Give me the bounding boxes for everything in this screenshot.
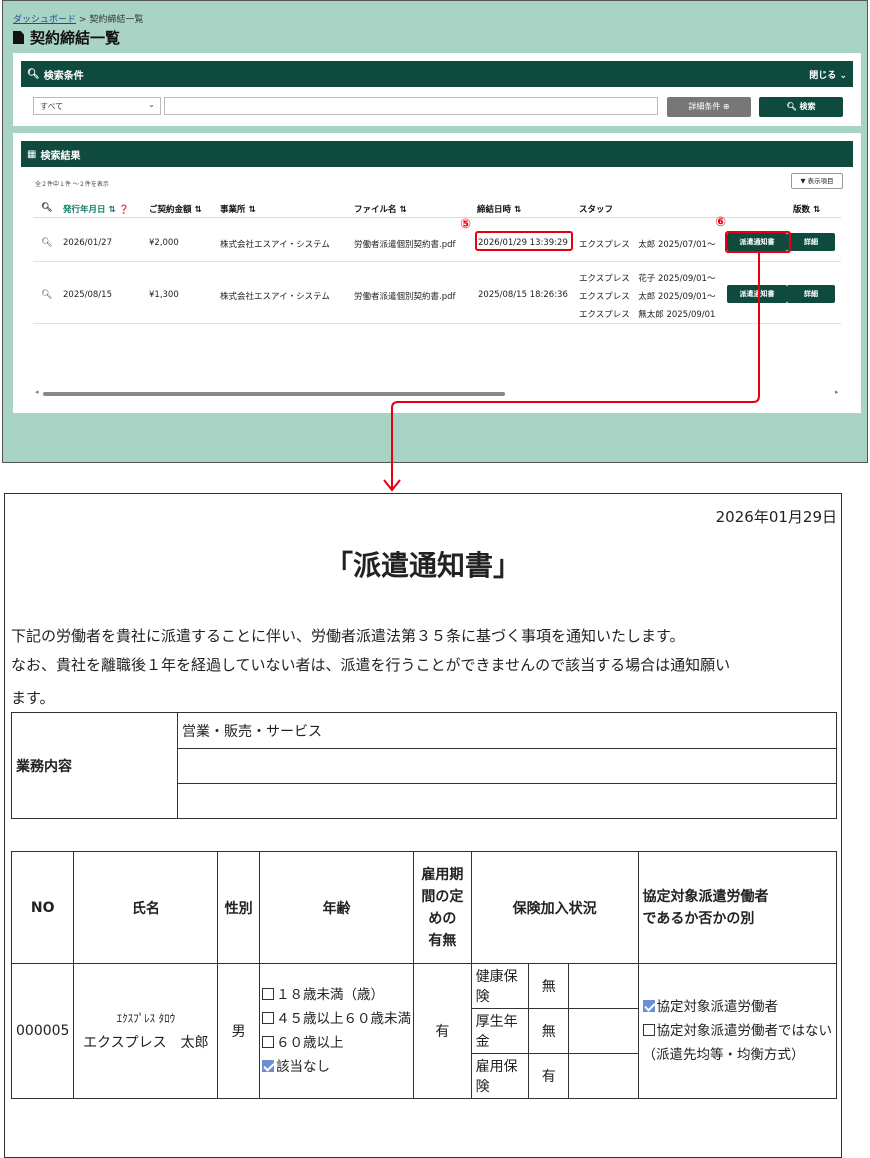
age-option-label: ４５歳以上６０歳未満	[276, 1011, 412, 1027]
age-option: 該当なし	[262, 1055, 411, 1079]
dispatch-notice-document: 2026年01月29日 「派遣通知書」 下記の労働者を貴社に派遣することに伴い、…	[4, 493, 842, 1158]
age-option: ６０歳以上	[262, 1031, 411, 1055]
insurance-extra	[568, 963, 639, 1009]
checkbox-unchecked-icon	[262, 1036, 275, 1048]
header-term-line: 有無	[428, 932, 457, 949]
cell-name-kanji: エクスプレス 太郎	[83, 1035, 209, 1051]
age-option-label: １８歳未満（歳）	[276, 987, 385, 1003]
age-option: ４５歳以上６０歳未満	[262, 1007, 411, 1031]
age-option: １８歳未満（歳）	[262, 983, 411, 1007]
insurance-name: 雇用保険	[470, 1053, 530, 1099]
header-agreement-line: であるか否かの別	[642, 910, 755, 927]
insurance-value: 無	[528, 1008, 570, 1054]
agreement-option: 協定対象派遣労働者ではない	[642, 1019, 833, 1043]
header-no: NO	[10, 851, 75, 964]
insurance-extra	[568, 1053, 639, 1099]
insurance-extra	[568, 1008, 639, 1054]
header-agreement: 協定対象派遣労働者 であるか否かの別	[637, 851, 837, 964]
document-title: 「派遣通知書」	[324, 549, 521, 582]
cell-age-options: １８歳未満（歳） ４５歳以上６０歳未満 ６０歳以上 該当なし	[259, 963, 415, 1099]
job-value	[177, 748, 837, 784]
cell-name-kana: ｴｸｽﾌﾟﾚｽ ﾀﾛｳ	[116, 1012, 176, 1025]
job-value	[177, 783, 837, 819]
header-term-line: 間の定	[421, 888, 464, 905]
connector-arrow	[383, 253, 760, 492]
document-paragraph: なお、貴社を離職後１年を経過していない者は、派遣を行うことができませんので該当す…	[11, 656, 731, 674]
cell-name: ｴｸｽﾌﾟﾚｽ ﾀﾛｳ エクスプレス 太郎	[73, 963, 219, 1099]
job-value: 営業・販売・サービス	[177, 712, 837, 749]
header-insurance: 保険加入状況	[470, 851, 639, 964]
age-option-label: 該当なし	[276, 1059, 331, 1075]
cell-agreement: 協定対象派遣労働者 協定対象派遣労働者ではない （派遣先均等・均衡方式）	[637, 963, 837, 1099]
insurance-value: 無	[528, 963, 570, 1009]
agreement-option: 協定対象派遣労働者	[642, 995, 833, 1019]
header-term-line: 雇用期	[421, 866, 464, 883]
insurance-name: 厚生年金	[470, 1008, 530, 1054]
header-term-line: めの	[428, 910, 457, 927]
header-sex: 性別	[217, 851, 261, 964]
checkbox-unchecked-icon	[642, 1024, 655, 1036]
checkbox-unchecked-icon	[262, 988, 275, 1000]
header-agreement-line: 協定対象派遣労働者	[642, 888, 769, 905]
cell-sex: 男	[217, 963, 261, 1099]
document-paragraph: ます。	[11, 689, 55, 707]
header-name: 氏名	[73, 851, 219, 964]
agreement-option-label: 協定対象派遣労働者ではない	[656, 1023, 833, 1039]
insurance-name: 健康保険	[470, 963, 530, 1009]
header-age: 年齢	[259, 851, 415, 964]
cell-term: 有	[413, 963, 472, 1099]
agreement-option-label: 協定対象派遣労働者	[656, 999, 779, 1015]
agreement-note: （派遣先均等・均衡方式）	[642, 1047, 805, 1063]
checkbox-checked-icon	[262, 1060, 275, 1072]
job-table: 業務内容 営業・販売・サービス	[11, 712, 837, 819]
document-date: 2026年01月29日	[715, 508, 837, 526]
checkbox-unchecked-icon	[262, 1012, 275, 1024]
insurance-value: 有	[528, 1053, 570, 1099]
document-paragraph: 下記の労働者を貴社に派遣することに伴い、労働者派遣法第３５条に基づく事項を通知い…	[11, 627, 685, 645]
age-option-label: ６０歳以上	[276, 1035, 344, 1051]
worker-table: NO 氏名 性別 年齢 雇用期 間の定 めの 有無 保険加入状況 協定対象派遣労…	[10, 851, 837, 1099]
checkbox-checked-icon	[642, 1000, 655, 1012]
header-term: 雇用期 間の定 めの 有無	[413, 851, 472, 964]
job-label: 業務内容	[11, 712, 178, 819]
cell-no: 000005	[10, 963, 75, 1099]
